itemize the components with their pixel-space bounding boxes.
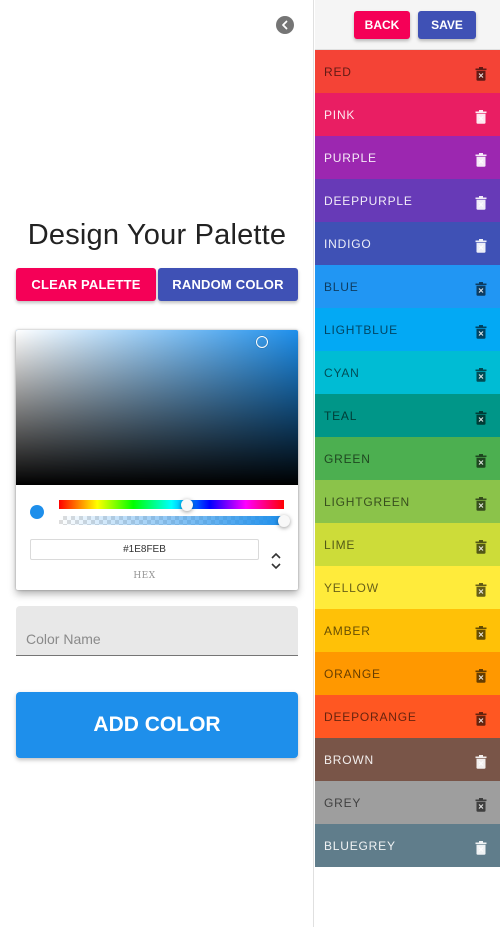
color-name-field[interactable]: Color Name: [16, 606, 298, 656]
hue-slider-handle[interactable]: [181, 498, 194, 511]
palette-color-label: LIGHTGREEN: [324, 494, 411, 509]
trash-icon[interactable]: [475, 540, 487, 554]
palette-color-label: TEAL: [324, 408, 358, 423]
back-button[interactable]: BACK: [354, 11, 410, 39]
close-drawer-button[interactable]: [276, 16, 294, 34]
palette-color-box[interactable]: ORANGE: [315, 652, 500, 695]
palette-color-box[interactable]: GREEN: [315, 437, 500, 480]
color-picker: #1E8FEB HEX: [16, 330, 298, 590]
trash-icon[interactable]: [475, 239, 487, 253]
palette-color-label: PINK: [324, 107, 356, 122]
trash-icon[interactable]: [475, 411, 487, 425]
app-root: Design Your Palette CLEAR PALETTE RANDOM…: [0, 0, 500, 927]
trash-icon[interactable]: [475, 712, 487, 726]
palette-color-box[interactable]: LIGHTGREEN: [315, 480, 500, 523]
palette-color-label: CYAN: [324, 365, 360, 380]
alpha-slider[interactable]: [59, 514, 290, 527]
palette-color-label: PURPLE: [324, 150, 377, 165]
palette-color-label: GREEN: [324, 451, 371, 466]
drawer-title: Design Your Palette: [27, 219, 287, 251]
palette-color-label: ORANGE: [324, 666, 381, 681]
palette-color-box[interactable]: INDIGO: [315, 222, 500, 265]
trash-icon[interactable]: [475, 755, 487, 769]
palette-color-label: BROWN: [324, 752, 374, 767]
palette-color-box[interactable]: LIGHTBLUE: [315, 308, 500, 351]
saturation-area[interactable]: [16, 330, 298, 485]
palette-list: RED PINK PURPLE DEEPPURPLE INDIGO BLUE LIGHTBL…: [315, 50, 500, 867]
palette-color-label: BLUEGREY: [324, 838, 396, 853]
trash-icon[interactable]: [475, 626, 487, 640]
palette-color-box[interactable]: PURPLE: [315, 136, 500, 179]
palette-color-label: RED: [324, 64, 352, 79]
palette-drawer: Design Your Palette CLEAR PALETTE RANDOM…: [0, 0, 314, 927]
palette-color-box[interactable]: DEEPORANGE: [315, 695, 500, 738]
palette-color-label: DEEPPURPLE: [324, 193, 413, 208]
trash-icon[interactable]: [475, 798, 487, 812]
saturation-handle[interactable]: [256, 336, 268, 348]
trash-icon[interactable]: [475, 368, 487, 382]
trash-icon[interactable]: [475, 282, 487, 296]
palette-color-box[interactable]: PINK: [315, 93, 500, 136]
palette-color-label: YELLOW: [324, 580, 379, 595]
save-button[interactable]: SAVE: [418, 11, 476, 39]
trash-icon[interactable]: [475, 110, 487, 124]
random-color-button[interactable]: RANDOM COLOR: [158, 268, 298, 301]
alpha-slider-handle[interactable]: [278, 514, 290, 527]
trash-icon[interactable]: [475, 153, 487, 167]
palette-color-box[interactable]: YELLOW: [315, 566, 500, 609]
palette-color-label: LIGHTBLUE: [324, 322, 398, 337]
palette-color-box[interactable]: BLUE: [315, 265, 500, 308]
palette-color-box[interactable]: CYAN: [315, 351, 500, 394]
palette-color-box[interactable]: BROWN: [315, 738, 500, 781]
trash-icon[interactable]: [475, 583, 487, 597]
palette-color-box[interactable]: GREY: [315, 781, 500, 824]
palette-color-box[interactable]: RED: [315, 50, 500, 93]
trash-icon[interactable]: [475, 669, 487, 683]
add-color-button[interactable]: ADD COLOR: [16, 692, 298, 758]
palette-color-label: DEEPORANGE: [324, 709, 417, 724]
palette-color-box[interactable]: DEEPPURPLE: [315, 179, 500, 222]
trash-icon[interactable]: [475, 325, 487, 339]
chevron-left-icon: [282, 20, 288, 30]
hue-slider[interactable]: [59, 498, 284, 511]
palette-color-label: INDIGO: [324, 236, 372, 251]
hex-mode-label: HEX: [133, 571, 156, 581]
trash-icon[interactable]: [475, 196, 487, 210]
color-name-placeholder: Color Name: [26, 631, 101, 647]
unfold-icon: [271, 552, 281, 570]
palette-color-label: BLUE: [324, 279, 359, 294]
current-color-swatch: [30, 505, 44, 519]
trash-icon[interactable]: [475, 67, 487, 81]
format-toggle-button[interactable]: [266, 550, 286, 572]
app-bar: BACK SAVE: [315, 0, 500, 50]
palette-color-label: GREY: [324, 795, 362, 810]
palette-color-box[interactable]: LIME: [315, 523, 500, 566]
trash-icon[interactable]: [475, 841, 487, 855]
trash-icon[interactable]: [475, 497, 487, 511]
palette-color-label: AMBER: [324, 623, 371, 638]
trash-icon[interactable]: [475, 454, 487, 468]
palette-color-box[interactable]: TEAL: [315, 394, 500, 437]
palette-color-label: LIME: [324, 537, 356, 552]
hex-input[interactable]: #1E8FEB: [30, 539, 259, 560]
clear-palette-button[interactable]: CLEAR PALETTE: [16, 268, 156, 301]
palette-color-box[interactable]: BLUEGREY: [315, 824, 500, 867]
palette-color-box[interactable]: AMBER: [315, 609, 500, 652]
